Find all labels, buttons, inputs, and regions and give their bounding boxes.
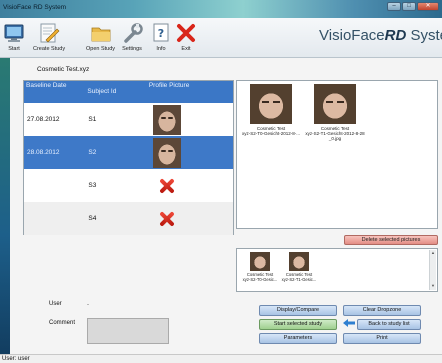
- row-subject: S1: [88, 116, 97, 123]
- print-button[interactable]: Print: [343, 333, 421, 344]
- dropzone-filename: xyz-S2-T1-Gesic...: [281, 277, 317, 282]
- exit-x-icon: [175, 22, 197, 44]
- face-photo: [250, 252, 270, 271]
- header-subject-id[interactable]: Subject Id: [85, 81, 146, 103]
- table-row[interactable]: S4: [24, 202, 233, 235]
- window-controls: – □ ✕: [387, 2, 439, 11]
- exit-label: Exit: [181, 46, 191, 52]
- profile-photo: [152, 137, 181, 168]
- picture-item[interactable]: Cosmetic Test xyz-S2-T1-Gesicht-2012-8-2…: [305, 84, 365, 141]
- minimize-button[interactable]: –: [387, 2, 401, 11]
- table-row[interactable]: 27.08.2012 S1: [24, 103, 233, 136]
- table-row-selected[interactable]: 28.08.2012 S2: [24, 136, 233, 169]
- row-subject: S2: [88, 149, 97, 156]
- face-photo: [289, 252, 309, 271]
- profile-photo: [152, 104, 181, 135]
- left-edge-background: [0, 58, 10, 354]
- parameters-button[interactable]: Parameters: [259, 333, 337, 344]
- pictures-panel: Cosmetic Test xyz-S2-T0-Gesicht-2012-8-.…: [236, 80, 438, 229]
- brand-logo: VisioFaceRD Syste: [319, 27, 442, 44]
- scroll-down-icon[interactable]: ▼: [430, 283, 436, 288]
- comment-field[interactable]: [87, 318, 169, 344]
- open-study-label: Open Study: [86, 46, 116, 52]
- table-row[interactable]: S3: [24, 169, 233, 202]
- window-title: VisioFace RD System: [3, 4, 67, 11]
- study-title: Cosmetic Test.xyz: [37, 66, 90, 73]
- wrench-icon: [121, 22, 143, 44]
- back-arrow-icon: [343, 319, 355, 327]
- delete-selected-pictures-button[interactable]: Delete selected pictures: [344, 235, 438, 245]
- header-profile-picture[interactable]: Profile Picture: [147, 81, 233, 103]
- maximize-button[interactable]: □: [402, 2, 416, 11]
- info-tool[interactable]: ? Info: [150, 22, 172, 52]
- dropzone-filename: xyz-S2-T0-Gesic...: [242, 277, 278, 282]
- user-value: -: [87, 302, 89, 308]
- picture-item[interactable]: Cosmetic Test xyz-S2-T0-Gesicht-2012-8-.…: [241, 84, 301, 136]
- display-compare-button[interactable]: Display/Compare: [259, 305, 337, 316]
- start-selected-study-button[interactable]: Start selected study: [259, 319, 337, 330]
- row-date: 28.08.2012: [27, 149, 60, 156]
- comment-label: Comment: [49, 320, 76, 326]
- start-tool[interactable]: Start: [3, 22, 25, 52]
- open-study-tool[interactable]: Open Study: [86, 22, 115, 52]
- face-photo: [314, 84, 356, 124]
- row-date: 27.08.2012: [27, 116, 60, 123]
- missing-picture-icon: [159, 178, 175, 194]
- settings-label: Settings: [122, 46, 142, 52]
- create-study-label: Create Study: [33, 46, 66, 52]
- subjects-grid: Baseline Date Subject Id Profile Picture…: [23, 80, 234, 235]
- start-label: Start: [8, 46, 20, 52]
- back-to-study-list-button[interactable]: Back to study list: [357, 319, 421, 330]
- dropzone-item[interactable]: Cosmetic Test xyz-S2-T0-Gesic...: [242, 252, 278, 282]
- dropzone-panel[interactable]: Cosmetic Test xyz-S2-T0-Gesic... Cosmeti…: [236, 248, 438, 292]
- status-bar: User: user: [0, 354, 442, 363]
- row-subject: S4: [88, 215, 97, 222]
- toolbar: Start Create Study Open Study Settings ?…: [0, 18, 442, 58]
- monitor-icon: [3, 22, 25, 44]
- row-subject: S3: [88, 182, 97, 189]
- dropzone-item[interactable]: Cosmetic Test xyz-S2-T1-Gesic...: [281, 252, 317, 282]
- picture-filename-ext: _0.jpg: [328, 136, 342, 141]
- user-label: User: [49, 301, 62, 307]
- grid-header: Baseline Date Subject Id Profile Picture: [24, 81, 233, 103]
- missing-picture-icon: [159, 211, 175, 227]
- help-icon: ?: [150, 22, 172, 44]
- face-photo: [250, 84, 292, 124]
- clear-dropzone-button[interactable]: Clear Dropzone: [343, 305, 421, 316]
- close-button[interactable]: ✕: [417, 2, 439, 11]
- title-bar: VisioFace RD System – □ ✕: [0, 0, 442, 18]
- create-study-tool[interactable]: Create Study: [33, 22, 65, 52]
- header-baseline-date[interactable]: Baseline Date: [24, 81, 85, 103]
- exit-tool[interactable]: Exit: [175, 22, 197, 52]
- info-label: Info: [156, 46, 166, 52]
- settings-tool[interactable]: Settings: [121, 22, 143, 52]
- dropzone-scrollbar[interactable]: ▲ ▼: [429, 250, 436, 290]
- picture-filename: xyz-S2-T0-Gesicht-2012-8-...: [241, 131, 301, 136]
- document-pencil-icon: [38, 22, 60, 44]
- folder-icon: [90, 22, 112, 44]
- svg-text:?: ?: [158, 27, 164, 40]
